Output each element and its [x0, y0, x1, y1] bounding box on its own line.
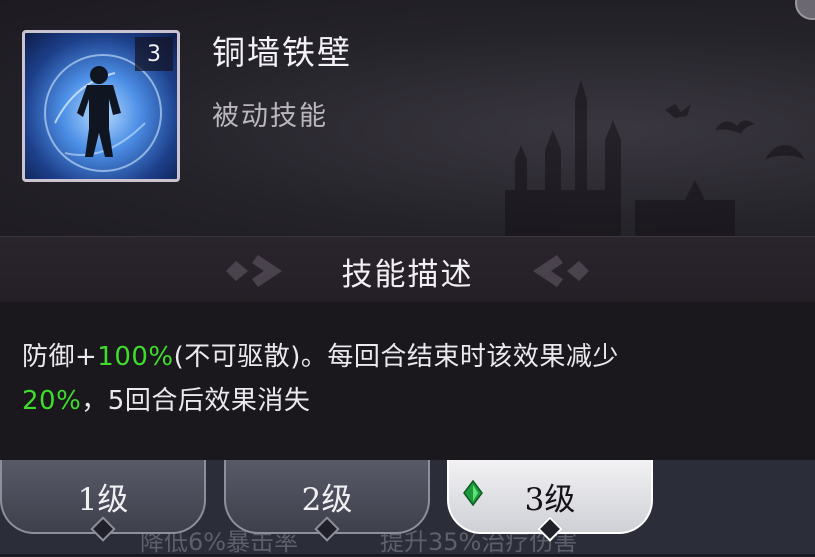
description-title: 技能描述: [341, 257, 474, 293]
description-text: 防御+: [22, 342, 98, 372]
skill-level-badge: 3: [135, 37, 173, 71]
description-text: ，5回合后效果消失: [81, 386, 311, 416]
tab-label: 1级: [77, 481, 129, 518]
ornament-right-icon: [533, 255, 589, 287]
level-tabs-bar: 降低6%暴击率 提升35%治疗伤害 1级 2级 3级: [0, 460, 815, 556]
description-text: (不可驱散)。每回合结束时该效果减少: [173, 342, 619, 372]
description-line-2: 20%，5回合后效果消失: [22, 380, 310, 417]
corner-knob: [795, 0, 815, 20]
skill-name: 铜墙铁壁: [212, 33, 352, 72]
tab-level-2[interactable]: 2级: [224, 460, 430, 542]
tab-label: 3级: [524, 481, 576, 518]
description-highlight: 20%: [22, 386, 82, 416]
tab-label: 2级: [301, 481, 353, 518]
skill-icon: 3: [22, 30, 180, 182]
tab-notch: [90, 516, 116, 542]
green-gem-icon: [463, 480, 483, 506]
description-body: 防御+100%(不可驱散)。每回合结束时该效果减少 20%，5回合后效果消失: [0, 302, 815, 460]
description-line-1: 防御+100%(不可驱散)。每回合结束时该效果减少: [22, 336, 619, 373]
castle-silhouette-icon: [505, 80, 805, 236]
tab-notch: [314, 516, 340, 542]
tab-level-3[interactable]: 3级: [447, 460, 653, 542]
description-highlight: 100%: [97, 342, 174, 372]
skill-info-panel: 3 铜墙铁壁 被动技能: [0, 0, 815, 236]
skill-type: 被动技能: [212, 101, 328, 132]
tab-level-1[interactable]: 1级: [0, 460, 206, 542]
description-header: 技能描述: [0, 236, 815, 303]
